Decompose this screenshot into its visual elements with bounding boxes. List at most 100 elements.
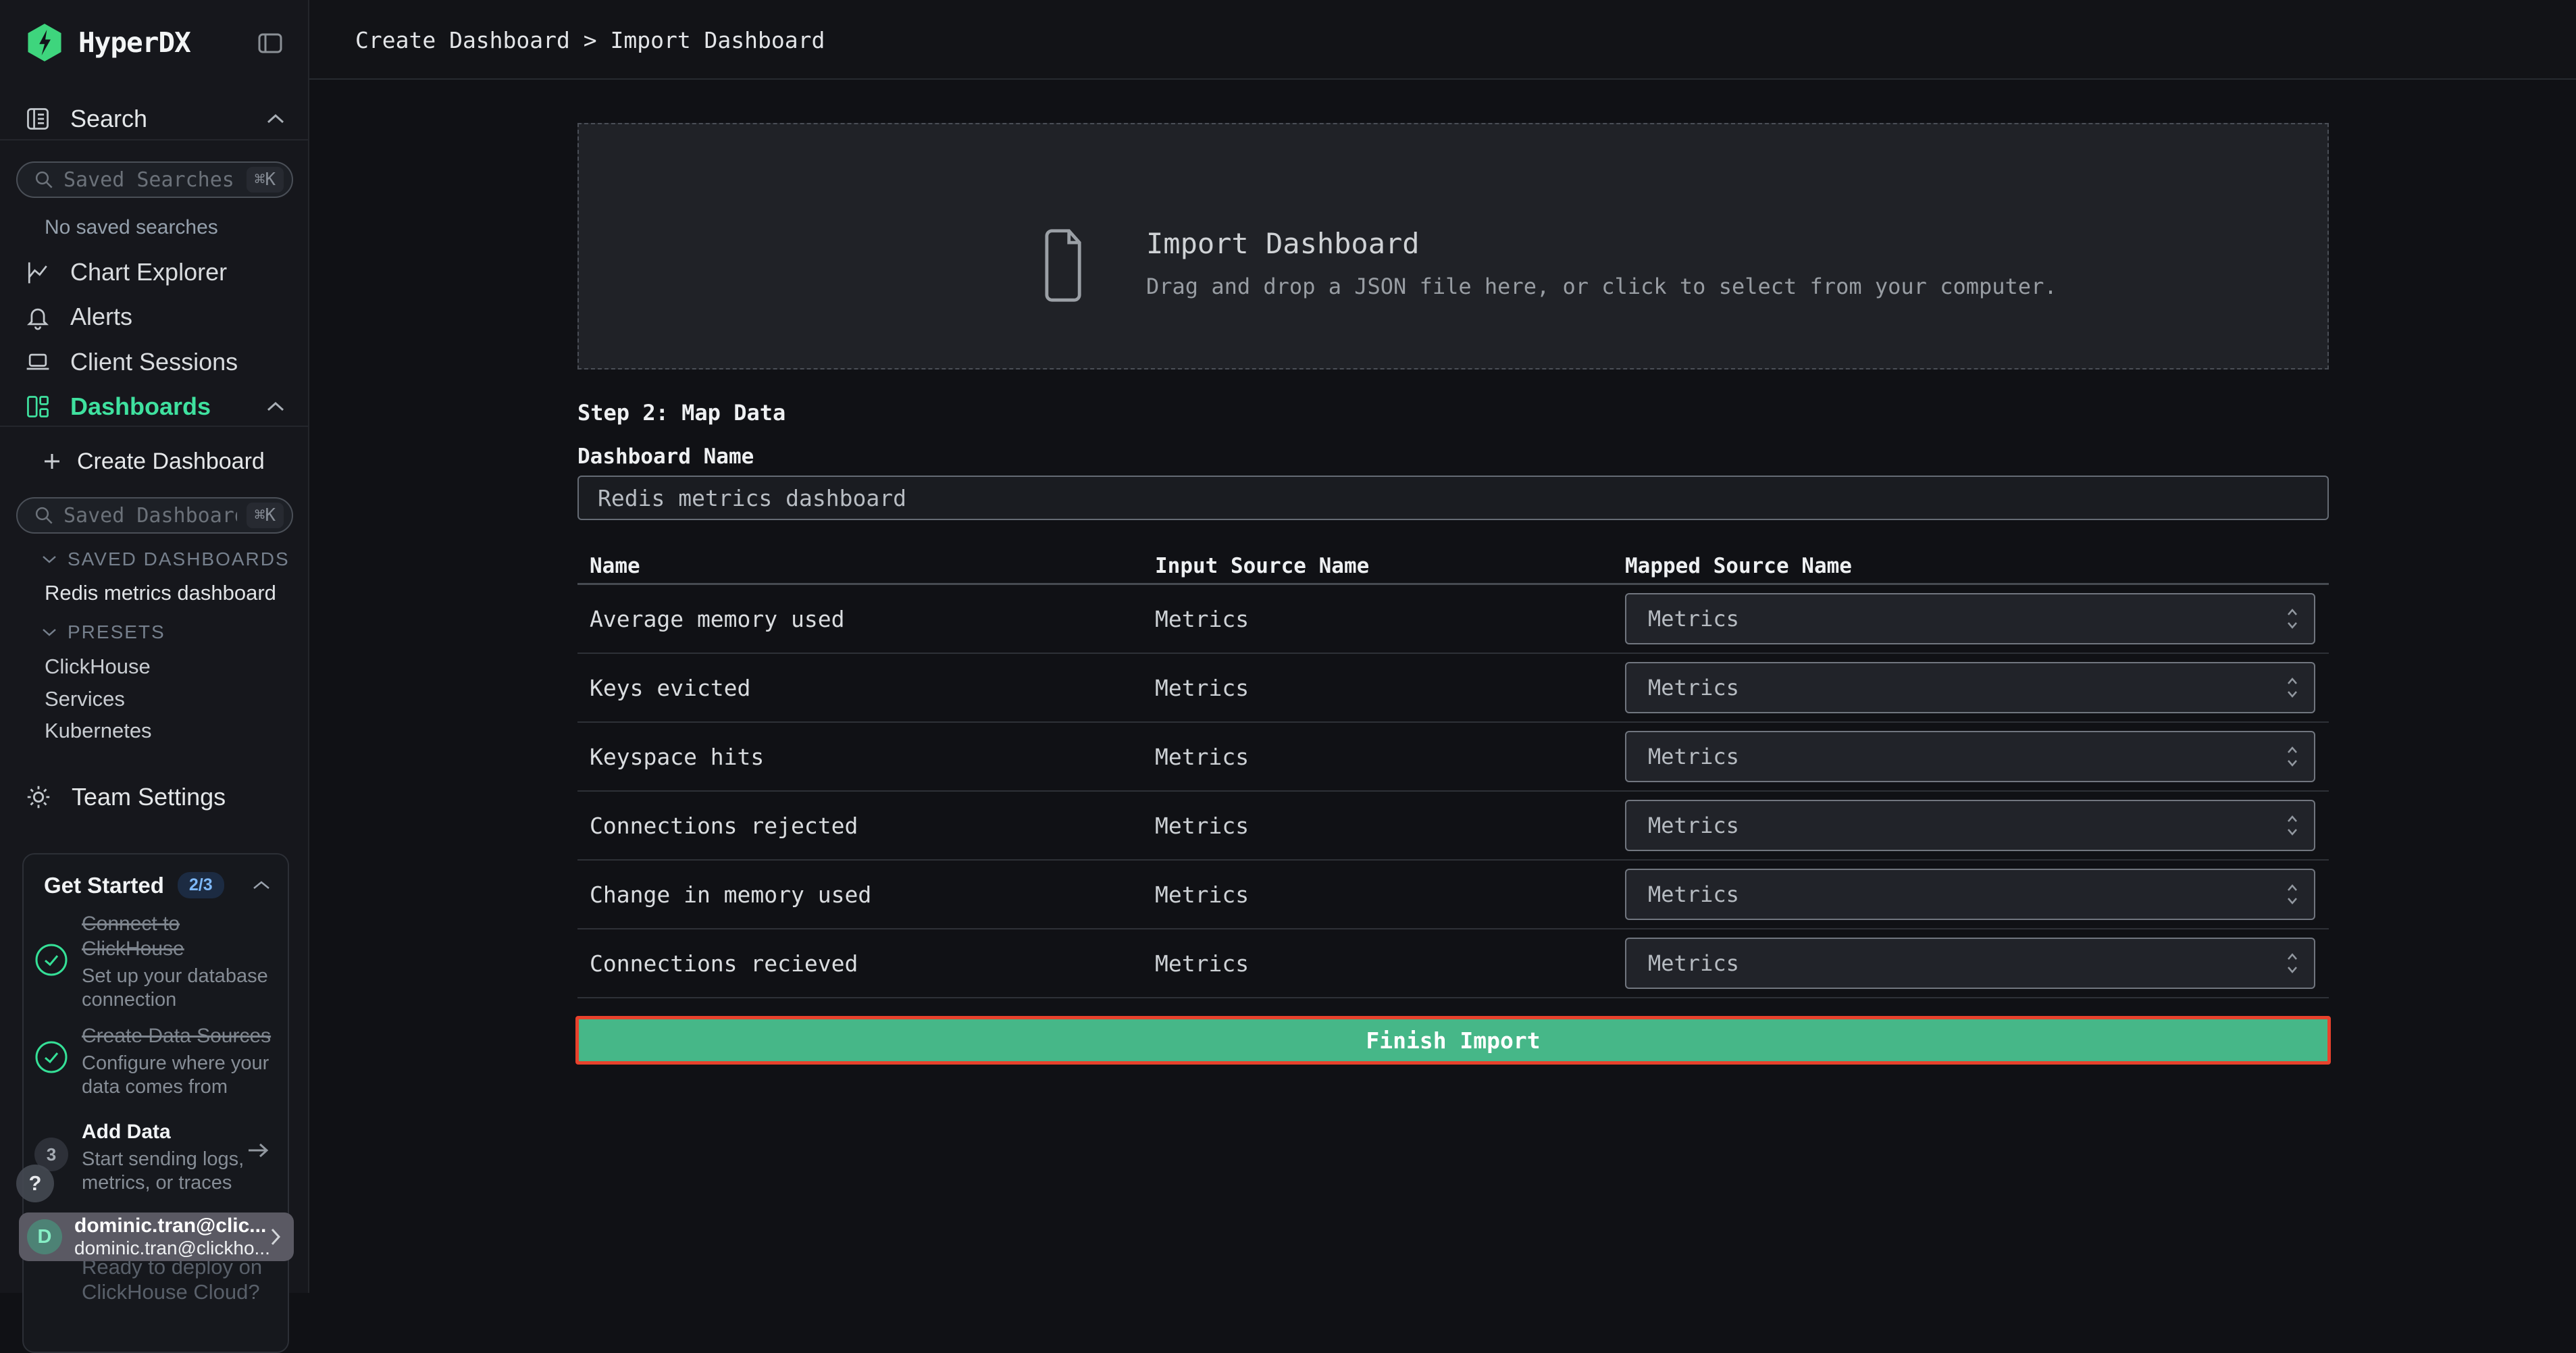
check-circle-icon	[34, 1040, 69, 1075]
shortcut-badge: ⌘K	[247, 167, 284, 193]
task-title: Connect to ClickHouse	[82, 911, 284, 961]
chevron-right-icon	[269, 1227, 282, 1247]
table-row: Connections recieved Metrics Metrics	[577, 929, 2329, 998]
chevron-down-icon	[42, 628, 57, 637]
search-icon	[34, 505, 54, 526]
sidebar-dashboard-redis-metrics[interactable]: Redis metrics dashboard	[45, 581, 276, 605]
avatar: D	[27, 1219, 62, 1254]
shortcut-badge: ⌘K	[247, 503, 284, 528]
get-started-item[interactable]: Connect to ClickHouse Set up your databa…	[82, 911, 284, 1012]
row-name: Connections rejected	[590, 813, 1155, 839]
row-name: Average memory used	[590, 606, 1155, 632]
table-row: Change in memory used Metrics Metrics	[577, 861, 2329, 929]
check-circle-icon	[34, 942, 69, 977]
mapped-source-select[interactable]: Metrics	[1625, 869, 2315, 920]
column-header-name: Name	[590, 554, 1155, 578]
chevron-up-icon	[266, 113, 285, 124]
column-header-input-source: Input Source Name	[1155, 554, 1625, 578]
json-file-dropzone[interactable]: Import Dashboard Drag and drop a JSON fi…	[577, 123, 2329, 369]
dashboard-name-input[interactable]	[577, 476, 2329, 520]
file-icon	[1043, 226, 1085, 304]
row-input-source: Metrics	[1155, 813, 1625, 839]
sidebar-preset-clickhouse[interactable]: ClickHouse	[45, 655, 151, 679]
task-description: Start sending logs, metrics, or traces	[82, 1148, 252, 1195]
row-input-source: Metrics	[1155, 950, 1625, 977]
help-button[interactable]: ?	[16, 1165, 54, 1202]
sidebar-collapse-icon[interactable]	[257, 30, 284, 57]
search-section-label: Search	[70, 105, 147, 133]
mapping-table: Name Input Source Name Mapped Source Nam…	[577, 554, 2329, 998]
breadcrumb: Create Dashboard > Import Dashboard	[355, 0, 825, 80]
sidebar-item-label: Alerts	[70, 303, 132, 331]
get-started-item[interactable]: Add Data Start sending logs, metrics, or…	[82, 1119, 252, 1195]
dropzone-title: Import Dashboard	[1146, 227, 2057, 260]
import-dashboard-page: Import Dashboard Drag and drop a JSON fi…	[577, 0, 2329, 1293]
sidebar-preset-services[interactable]: Services	[45, 687, 125, 711]
column-header-mapped-source: Mapped Source Name	[1625, 554, 1852, 578]
chevron-up-icon	[253, 880, 270, 890]
mapped-source-select[interactable]: Metrics	[1625, 662, 2315, 713]
row-input-source: Metrics	[1155, 882, 1625, 908]
select-chevrons-icon	[2286, 814, 2299, 837]
arrow-right-icon[interactable]	[246, 1141, 270, 1160]
mapped-source-select[interactable]: Metrics	[1625, 593, 2315, 644]
deploy-promo-text: Ready to deploy on ClickHouse Cloud?	[82, 1254, 262, 1304]
sidebar-item-chart-explorer[interactable]: Chart Explorer	[0, 250, 309, 295]
sidebar-item-label: Chart Explorer	[70, 258, 227, 286]
user-email: dominic.tran@clickho...	[74, 1237, 257, 1259]
sidebar-item-alerts[interactable]: Alerts	[0, 295, 309, 339]
select-chevrons-icon	[2286, 883, 2299, 906]
hyperdx-logo-icon	[26, 23, 63, 62]
divider	[0, 139, 309, 141]
task-title: Create Data Sources	[82, 1023, 284, 1048]
saved-dashboards-searchbox[interactable]: ⌘K	[16, 497, 293, 534]
dashboards-icon	[24, 393, 51, 420]
task-description: Configure where your data comes from	[82, 1052, 284, 1099]
get-started-header[interactable]: Get Started 2/3	[44, 872, 270, 898]
presets-group-header[interactable]: PRESETS	[42, 621, 165, 643]
get-started-item[interactable]: Create Data Sources Configure where your…	[82, 1023, 284, 1099]
row-name: Change in memory used	[590, 882, 1155, 908]
search-section-icon	[24, 105, 51, 132]
chevron-up-icon	[266, 401, 285, 412]
saved-dashboards-group-header[interactable]: SAVED DASHBOARDS	[42, 548, 290, 570]
sidebar-section-search[interactable]: Search	[0, 97, 309, 141]
select-chevrons-icon	[2286, 676, 2299, 699]
create-dashboard-button[interactable]: Create Dashboard	[0, 442, 309, 481]
divider	[0, 426, 309, 427]
laptop-icon	[24, 349, 51, 376]
mapped-source-select[interactable]: Metrics	[1625, 731, 2315, 782]
mapped-source-select[interactable]: Metrics	[1625, 800, 2315, 851]
sidebar-preset-kubernetes[interactable]: Kubernetes	[45, 719, 152, 743]
table-header-row: Name Input Source Name Mapped Source Nam…	[577, 554, 2329, 585]
sidebar-item-client-sessions[interactable]: Client Sessions	[0, 340, 309, 384]
select-chevrons-icon	[2286, 745, 2299, 768]
saved-dashboards-input[interactable]	[63, 504, 237, 528]
finish-import-button[interactable]: Finish Import	[575, 1016, 2331, 1065]
bell-icon	[24, 303, 51, 330]
sidebar-item-label: Dashboards	[70, 392, 211, 421]
user-profile-button[interactable]: D dominic.tran@clic... dominic.tran@clic…	[19, 1212, 294, 1261]
row-input-source: Metrics	[1155, 606, 1625, 632]
saved-searches-input[interactable]	[63, 168, 237, 192]
sidebar-item-dashboards[interactable]: Dashboards	[0, 384, 309, 429]
no-saved-searches-text: No saved searches	[45, 216, 218, 239]
mapped-source-select[interactable]: Metrics	[1625, 938, 2315, 989]
row-input-source: Metrics	[1155, 675, 1625, 701]
sidebar-item-team-settings[interactable]: Team Settings	[0, 775, 309, 819]
chart-explorer-icon	[24, 259, 51, 286]
chevron-down-icon	[42, 555, 57, 564]
table-row: Average memory used Metrics Metrics	[577, 585, 2329, 654]
saved-searches-searchbox[interactable]: ⌘K	[16, 161, 293, 198]
app-title: HyperDX	[78, 26, 190, 59]
sidebar: HyperDX Search ⌘K No saved searches	[0, 0, 309, 1293]
get-started-title: Get Started	[44, 873, 164, 898]
group-header-label: PRESETS	[68, 621, 165, 643]
task-description: Set up your database connection	[82, 965, 284, 1012]
progress-badge: 2/3	[178, 872, 224, 898]
select-chevrons-icon	[2286, 952, 2299, 975]
step-label: Step 2: Map Data	[577, 400, 785, 426]
row-name: Keyspace hits	[590, 744, 1155, 770]
row-name: Connections recieved	[590, 950, 1155, 977]
table-row: Keyspace hits Metrics Metrics	[577, 723, 2329, 792]
